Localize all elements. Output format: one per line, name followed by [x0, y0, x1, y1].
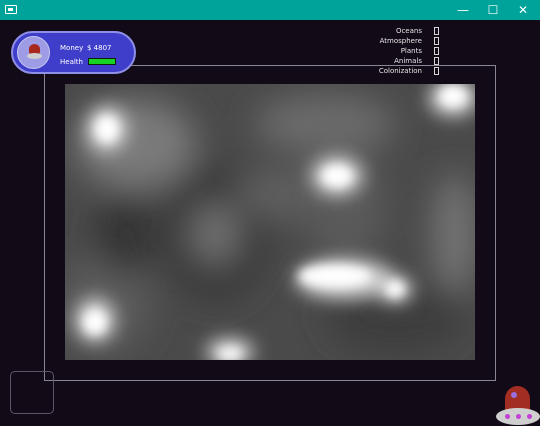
planet-heightmap[interactable] — [65, 84, 475, 360]
progress-label-colonization: Colonization — [378, 67, 422, 75]
ufo-avatar-icon — [27, 44, 42, 62]
progress-bar-oceans — [434, 27, 439, 35]
money-label: Money — [60, 44, 84, 52]
progress-label-plants: Plants — [400, 47, 422, 55]
game-viewport[interactable]: Money $ 4807 Health Oceans Atmosphere Pl… — [0, 20, 540, 426]
progress-label-animals: Animals — [394, 57, 422, 65]
progress-label-oceans: Oceans — [395, 27, 422, 35]
progress-bar-colonization — [434, 67, 439, 75]
heightmap-svg — [65, 84, 475, 360]
ufo-ship-icon[interactable] — [496, 384, 540, 426]
title-bar: — ☐ ✕ — [0, 0, 540, 20]
maximize-button[interactable]: ☐ — [478, 0, 508, 20]
health-bar — [88, 58, 116, 65]
health-label: Health — [60, 58, 83, 66]
progress-bar-plants — [434, 47, 439, 55]
minimize-button[interactable]: — — [448, 0, 478, 20]
health-bar-fill — [89, 59, 115, 64]
progress-bar-animals — [434, 57, 439, 65]
progress-label-atmosphere: Atmosphere — [379, 37, 422, 45]
app-window-icon — [5, 5, 17, 14]
money-value: $ 4807 — [87, 44, 112, 52]
status-panel: Money $ 4807 Health — [11, 31, 136, 74]
progress-bar-atmosphere — [434, 37, 439, 45]
item-slot[interactable] — [10, 371, 54, 414]
avatar[interactable] — [17, 36, 50, 69]
close-button[interactable]: ✕ — [508, 0, 538, 20]
